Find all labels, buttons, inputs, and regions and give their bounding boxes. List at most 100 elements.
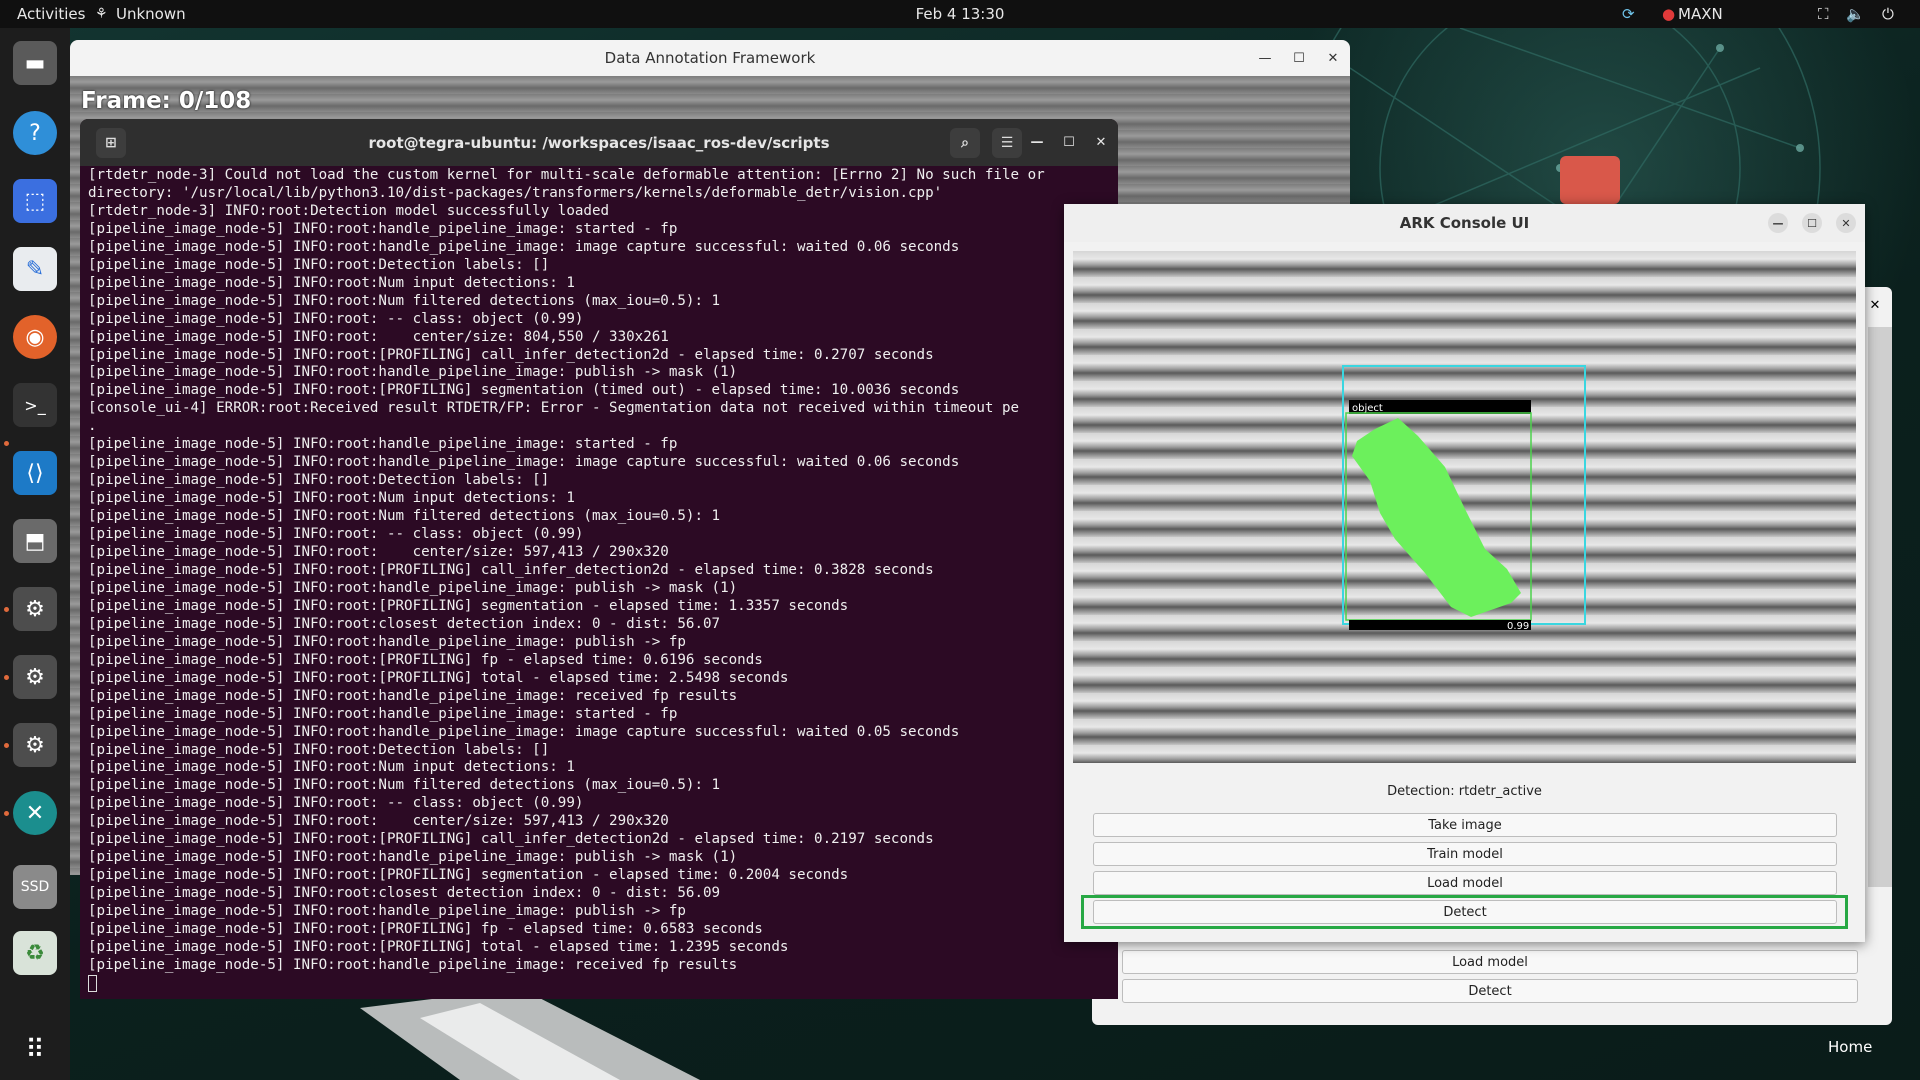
detection-overlay: object 0.99 — [1342, 365, 1586, 632]
maximize-icon[interactable]: ☐ — [1802, 213, 1822, 233]
search-icon[interactable]: ⌕ — [950, 128, 980, 158]
terminal-line: [console_ui-4] ERROR:root:Received resul… — [88, 400, 1020, 417]
dock-running-indicator — [4, 675, 9, 680]
terminal-line: [pipeline_image_node-5] INFO:root:Detect… — [88, 472, 550, 489]
terminal-line: [pipeline_image_node-5] INFO:root:handle… — [88, 220, 678, 237]
terminal-line: [pipeline_image_node-5] INFO:root:handle… — [88, 687, 738, 704]
vscode-icon[interactable]: ⟨⟩ — [13, 451, 57, 495]
terminal-line: [pipeline_image_node-5] INFO:root:[PROFI… — [88, 669, 789, 686]
terminal-line: [pipeline_image_node-5] INFO:root:Num fi… — [88, 777, 721, 794]
home-folder-icon[interactable] — [1560, 156, 1620, 204]
score-bar — [1349, 620, 1531, 630]
clock-label[interactable]: Feb 4 13:30 — [916, 5, 1005, 23]
terminal-line: [pipeline_image_node-5] INFO:root: cente… — [88, 544, 669, 561]
screenshot-icon[interactable]: ⬚ — [13, 179, 57, 223]
detect-button-back[interactable]: Detect — [1122, 979, 1858, 1003]
terminal-line: [pipeline_image_node-5] INFO:root:Detect… — [88, 256, 550, 273]
back-preview-area — [1868, 327, 1892, 887]
settings-icon[interactable]: ⚙ — [13, 587, 57, 631]
terminal-line: [pipeline_image_node-5] INFO:root:handle… — [88, 705, 678, 722]
network-icon[interactable]: ⛶ — [1818, 0, 1829, 28]
terminal-line: [pipeline_image_node-5] INFO:root:[PROFI… — [88, 867, 849, 884]
power-mode-label[interactable]: MAXN — [1678, 0, 1723, 28]
minimize-icon[interactable]: — — [1248, 40, 1282, 76]
terminal-line: [pipeline_image_node-5] INFO:root:Detect… — [88, 741, 550, 758]
minimize-icon[interactable]: — — [1020, 119, 1054, 166]
terminal-line: [pipeline_image_node-5] INFO:root:handle… — [88, 436, 678, 453]
terminal-line: [pipeline_image_node-5] INFO:root:closes… — [88, 885, 721, 902]
maximize-icon[interactable]: ☐ — [1052, 119, 1086, 166]
home-folder-label: Home — [1828, 1038, 1873, 1056]
daf-titlebar[interactable]: Data Annotation Framework — ☐ ✕ — [70, 40, 1350, 76]
dock-running-indicator — [4, 441, 9, 446]
segmentation-mask — [1352, 418, 1521, 617]
new-tab-icon[interactable]: ⊞ — [96, 128, 126, 158]
remote-desktop-tray-icon[interactable]: ⟳ — [1622, 0, 1635, 28]
camera-preview: object 0.99 — [1073, 251, 1856, 763]
nvidia-power-icon[interactable]: ● — [1662, 0, 1675, 28]
remote-desktop-icon[interactable]: ✕ — [13, 791, 57, 835]
system-tray[interactable]: ⟳ ● MAXN ⛶ 🔈 ⏻ — [1620, 0, 1920, 28]
terminal-line: [pipeline_image_node-5] INFO:root:handle… — [88, 723, 960, 740]
usb-drive-icon[interactable]: ⬒ — [13, 519, 57, 563]
terminal-cursor — [88, 974, 1110, 993]
detection-status: Detection: rtdetr_active — [1387, 784, 1542, 799]
terminal-line: [pipeline_image_node-5] INFO:root:Num in… — [88, 490, 575, 507]
dock-running-indicator — [4, 811, 9, 816]
frame-counter: Frame: 0/108 — [81, 88, 252, 114]
show-apps-icon[interactable]: ⠿ — [13, 1028, 57, 1072]
terminal-output[interactable]: [rtdetr_node-3] Could not load the custo… — [88, 167, 1110, 999]
dock-running-indicator — [4, 743, 9, 748]
terminal-line: [pipeline_image_node-5] INFO:root:[PROFI… — [88, 382, 960, 399]
terminal-line: [pipeline_image_node-5] INFO:root: cente… — [88, 328, 669, 345]
daf-title: Data Annotation Framework — [604, 49, 816, 67]
terminal-line: [pipeline_image_node-5] INFO:root:handle… — [88, 579, 738, 596]
close-icon[interactable]: ✕ — [1084, 119, 1118, 166]
ssd-label: SSD — [20, 879, 50, 895]
files-icon[interactable]: ▬ — [13, 41, 57, 85]
app-menu[interactable]: ⚘ Unknown — [95, 0, 186, 28]
minimize-icon[interactable]: — — [1768, 213, 1788, 233]
terminal-line: [pipeline_image_node-5] INFO:root:handle… — [88, 633, 686, 650]
terminal-line: [pipeline_image_node-5] INFO:root:Num in… — [88, 274, 575, 291]
terminal-line: directory: '/usr/local/lib/python3.10/di… — [88, 184, 943, 201]
ark-console-window: ARK Console UI — ☐ ✕ object 0.99 Detecti… — [1064, 204, 1865, 942]
ssd-drive-icon[interactable]: SSD — [13, 865, 57, 909]
take-image-button[interactable]: Take image — [1093, 813, 1837, 837]
dock-running-indicator — [4, 607, 9, 612]
activities-button[interactable]: Activities — [17, 0, 85, 28]
detect-button-highlight — [1081, 895, 1848, 929]
terminal-line: [pipeline_image_node-5] INFO:root:Num fi… — [88, 508, 721, 525]
help-icon[interactable]: ? — [13, 111, 57, 155]
settings-icon[interactable]: ⚙ — [13, 655, 57, 699]
terminal-line: [pipeline_image_node-5] INFO:root:[PROFI… — [88, 597, 849, 614]
text-editor-icon[interactable]: ✎ — [13, 247, 57, 291]
close-icon[interactable]: ✕ — [1836, 213, 1856, 233]
settings-icon[interactable]: ⚙ — [13, 723, 57, 767]
menu-icon[interactable]: ☰ — [992, 128, 1022, 158]
terminal-line: [pipeline_image_node-5] INFO:root:handle… — [88, 849, 738, 866]
terminal-line: [pipeline_image_node-5] INFO:root:[PROFI… — [88, 561, 934, 578]
terminal-line: [pipeline_image_node-5] INFO:root:handle… — [88, 238, 960, 255]
terminal-line: [pipeline_image_node-5] INFO:root:Num fi… — [88, 292, 721, 309]
ark-titlebar[interactable]: ARK Console UI — ☐ ✕ — [1064, 204, 1865, 242]
close-icon[interactable]: ✕ — [1316, 40, 1350, 76]
volume-icon[interactable]: 🔈 — [1846, 0, 1865, 28]
terminal-line: [rtdetr_node-3] Could not load the custo… — [88, 167, 1045, 183]
load-model-button[interactable]: Load model — [1093, 871, 1837, 895]
terminal-window: ⊞ root@tegra-ubuntu: /workspaces/isaac_r… — [80, 119, 1118, 999]
trash-icon[interactable]: ♻ — [13, 931, 57, 975]
load-model-button-back[interactable]: Load model — [1122, 950, 1858, 974]
terminal-line: [rtdetr_node-3] INFO:root:Detection mode… — [88, 202, 610, 219]
terminal-line: [pipeline_image_node-5] INFO:root:handle… — [88, 454, 960, 471]
terminal-line: [pipeline_image_node-5] INFO:root:[PROFI… — [88, 938, 789, 955]
firefox-icon[interactable]: ◉ — [13, 315, 57, 359]
top-bar: Activities ⚘ Unknown Feb 4 13:30 ⟳ ● MAX… — [0, 0, 1920, 28]
maximize-icon[interactable]: ☐ — [1282, 40, 1316, 76]
train-model-button[interactable]: Train model — [1093, 842, 1837, 866]
power-icon[interactable]: ⏻ — [1882, 0, 1894, 28]
terminal-titlebar[interactable]: ⊞ root@tegra-ubuntu: /workspaces/isaac_r… — [80, 119, 1118, 166]
terminal-icon[interactable]: >_ — [13, 383, 57, 427]
app-menu-label: Unknown — [116, 5, 186, 23]
terminal-line: [pipeline_image_node-5] INFO:root:Num in… — [88, 759, 575, 776]
